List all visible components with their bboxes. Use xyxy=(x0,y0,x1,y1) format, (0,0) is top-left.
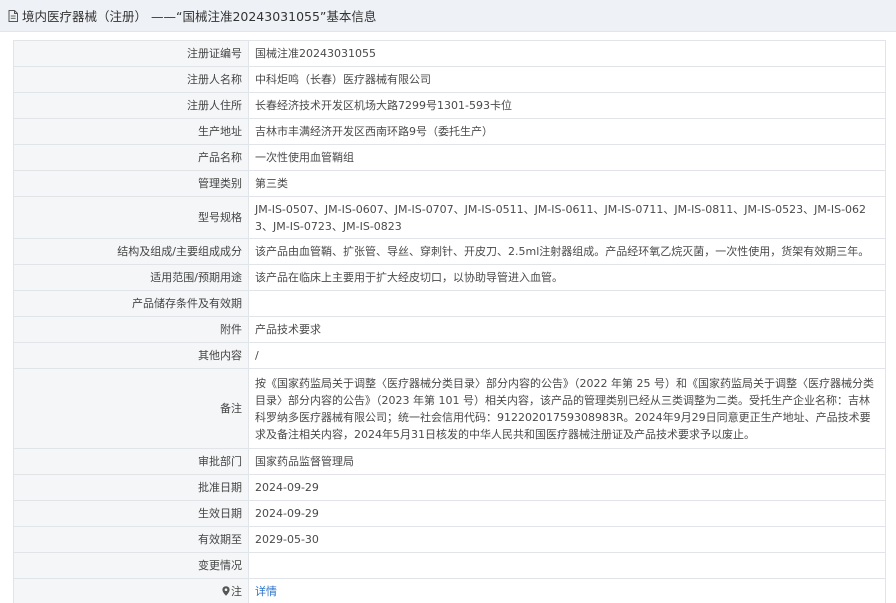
document-icon xyxy=(8,9,18,22)
row-label: 变更情况 xyxy=(13,552,249,579)
table-row: 生效日期 2024-09-29 xyxy=(13,500,886,527)
table-row: 结构及组成/主要组成成分 该产品由血管鞘、扩张管、导丝、穿刺针、开皮刀、2.5m… xyxy=(13,238,886,265)
table-row: 变更情况 xyxy=(13,552,886,579)
row-label: 型号规格 xyxy=(13,196,249,239)
table-row: 注 详情 xyxy=(13,578,886,603)
row-value: 长春经济技术开发区机场大路7299号1301-593卡位 xyxy=(248,92,886,119)
footer-value: 详情 xyxy=(248,578,886,603)
row-value: 国械注准20243031055 xyxy=(248,40,886,67)
row-label: 审批部门 xyxy=(13,448,249,475)
row-label: 产品名称 xyxy=(13,144,249,171)
row-value: 按《国家药监局关于调整〈医疗器械分类目录〉部分内容的公告》（2022 年第 25… xyxy=(248,368,886,449)
row-value: 产品技术要求 xyxy=(248,316,886,343)
table-row: 批准日期 2024-09-29 xyxy=(13,474,886,501)
table-row: 注册人名称 中科炬鸣（长春）医疗器械有限公司 xyxy=(13,66,886,93)
table-row: 有效期至 2029-05-30 xyxy=(13,526,886,553)
page-header: 境内医疗器械（注册） ——“国械注准20243031055”基本信息 xyxy=(0,0,896,32)
table-row: 管理类别 第三类 xyxy=(13,170,886,197)
row-value: 国家药品监督管理局 xyxy=(248,448,886,475)
row-label: 注册人住所 xyxy=(13,92,249,119)
row-value: 一次性使用血管鞘组 xyxy=(248,144,886,171)
table-row: 适用范围/预期用途 该产品在临床上主要用于扩大经皮切口，以协助导管进入血管。 xyxy=(13,264,886,291)
row-value xyxy=(248,290,886,317)
row-label: 结构及组成/主要组成成分 xyxy=(13,238,249,265)
table-row: 注册人住所 长春经济技术开发区机场大路7299号1301-593卡位 xyxy=(13,92,886,119)
row-label: 生效日期 xyxy=(13,500,249,527)
row-label: 附件 xyxy=(13,316,249,343)
map-pin-icon xyxy=(222,585,230,596)
table-row: 审批部门 国家药品监督管理局 xyxy=(13,448,886,475)
table-row: 生产地址 吉林市丰满经济开发区西南环路9号（委托生产） xyxy=(13,118,886,145)
row-label: 适用范围/预期用途 xyxy=(13,264,249,291)
row-label: 其他内容 xyxy=(13,342,249,369)
row-label: 批准日期 xyxy=(13,474,249,501)
table-row: 备注 按《国家药监局关于调整〈医疗器械分类目录〉部分内容的公告》（2022 年第… xyxy=(13,368,886,449)
row-value xyxy=(248,552,886,579)
table-row: 型号规格 JM-IS-0507、JM-IS-0607、JM-IS-0707、JM… xyxy=(13,196,886,239)
row-value: / xyxy=(248,342,886,369)
table-row: 注册证编号 国械注准20243031055 xyxy=(13,40,886,67)
detail-table: 注册证编号 国械注准20243031055 注册人名称 中科炬鸣（长春）医疗器械… xyxy=(13,40,886,603)
row-value: 2024-09-29 xyxy=(248,474,886,501)
row-label: 生产地址 xyxy=(13,118,249,145)
details-link[interactable]: 详情 xyxy=(255,585,277,598)
row-value: 该产品由血管鞘、扩张管、导丝、穿刺针、开皮刀、2.5ml注射器组成。产品经环氧乙… xyxy=(248,238,886,265)
row-label: 注册人名称 xyxy=(13,66,249,93)
detail-page: 境内医疗器械（注册） ——“国械注准20243031055”基本信息 注册证编号… xyxy=(0,0,896,603)
row-value: 该产品在临床上主要用于扩大经皮切口，以协助导管进入血管。 xyxy=(248,264,886,291)
table-row: 附件 产品技术要求 xyxy=(13,316,886,343)
row-value: 2029-05-30 xyxy=(248,526,886,553)
row-label: 有效期至 xyxy=(13,526,249,553)
row-label: 产品储存条件及有效期 xyxy=(13,290,249,317)
row-label: 备注 xyxy=(13,368,249,449)
row-value: 中科炬鸣（长春）医疗器械有限公司 xyxy=(248,66,886,93)
row-label: 管理类别 xyxy=(13,170,249,197)
table-row: 产品储存条件及有效期 xyxy=(13,290,886,317)
row-value: 第三类 xyxy=(248,170,886,197)
footer-label-text: 注 xyxy=(231,584,242,598)
page-title: 境内医疗器械（注册） ——“国械注准20243031055”基本信息 xyxy=(22,9,377,24)
row-value: JM-IS-0507、JM-IS-0607、JM-IS-0707、JM-IS-0… xyxy=(248,196,886,239)
row-label: 注册证编号 xyxy=(13,40,249,67)
row-value: 2024-09-29 xyxy=(248,500,886,527)
table-row: 产品名称 一次性使用血管鞘组 xyxy=(13,144,886,171)
footer-label: 注 xyxy=(13,578,249,603)
row-value: 吉林市丰满经济开发区西南环路9号（委托生产） xyxy=(248,118,886,145)
table-row: 其他内容 / xyxy=(13,342,886,369)
